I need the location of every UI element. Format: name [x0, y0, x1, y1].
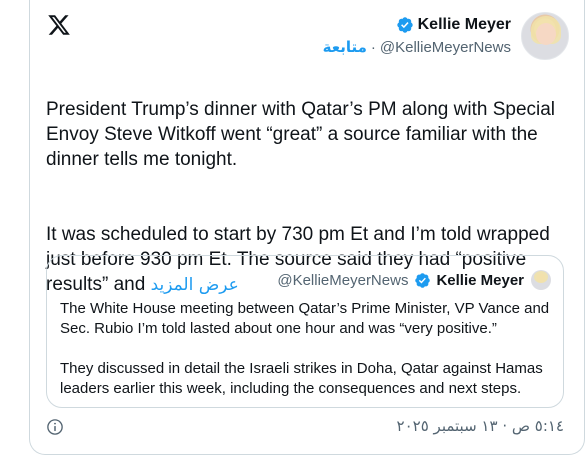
quoted-paragraph-1: The White House meeting between Qatar’s …: [60, 300, 550, 337]
author-info: Kellie Meyer متابعة · @KellieMeyerNews: [323, 14, 511, 58]
quoted-tweet[interactable]: @KellieMeyerNews Kellie Meyer The White …: [46, 255, 564, 408]
quoted-tweet-text: The White House meeting between Qatar’s …: [60, 299, 555, 399]
info-icon[interactable]: [46, 418, 64, 436]
author-handle[interactable]: @KellieMeyerNews: [380, 39, 511, 56]
quoted-author-display-name: Kellie Meyer: [436, 271, 524, 289]
quoted-tweet-header: @KellieMeyerNews Kellie Meyer: [277, 268, 551, 292]
quoted-author-handle: @KellieMeyerNews: [277, 271, 409, 289]
author-avatar[interactable]: [521, 12, 569, 60]
verified-badge-icon[interactable]: [396, 16, 418, 34]
author-handle-row: متابعة · @KellieMeyerNews: [323, 36, 511, 58]
follow-button[interactable]: متابعة: [323, 38, 367, 56]
tweet-timestamp[interactable]: ٥:١٤ ص · ١٣ سبتمبر ٢٠٢٥: [397, 417, 564, 435]
x-logo-icon[interactable]: [47, 13, 71, 37]
tweet-paragraph-1: President Trump’s dinner with Qatar’s PM…: [46, 99, 556, 170]
quoted-author-avatar: [531, 270, 551, 290]
quoted-paragraph-2: They discussed in detail the Israeli str…: [60, 360, 543, 397]
tweet-header: Kellie Meyer متابعة · @KellieMeyerNews: [323, 12, 569, 60]
tweet-footer: ٥:١٤ ص · ١٣ سبتمبر ٢٠٢٥: [46, 415, 564, 439]
quoted-verified-badge-icon: [414, 272, 436, 289]
author-name-row: Kellie Meyer: [396, 14, 511, 36]
separator-dot: ·: [370, 38, 376, 56]
author-display-name[interactable]: Kellie Meyer: [418, 16, 511, 34]
